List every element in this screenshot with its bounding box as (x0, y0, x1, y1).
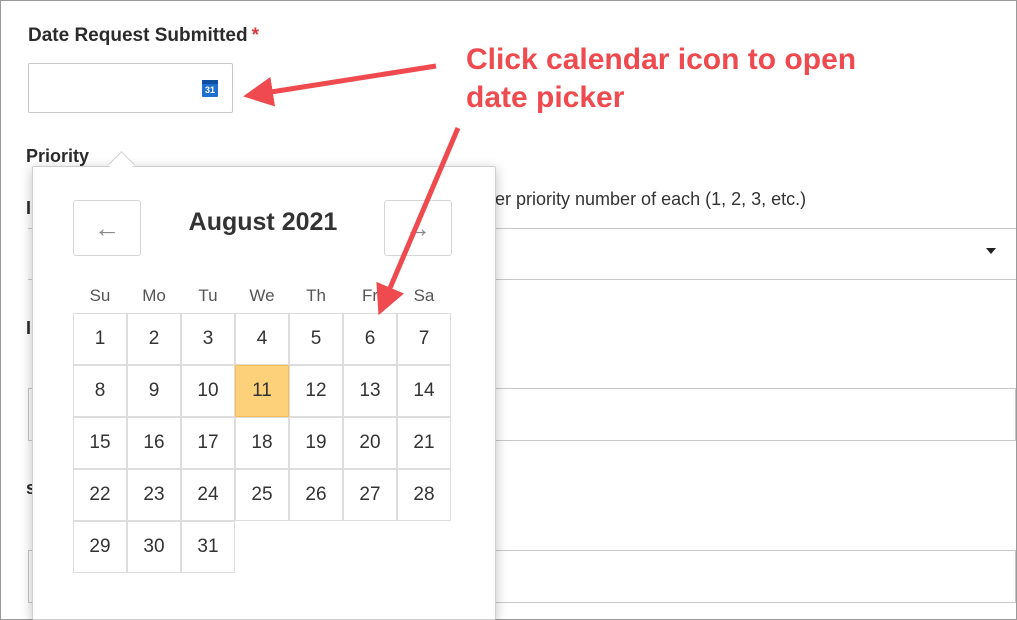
annotation-arrows (243, 63, 461, 316)
arrow-to-calendar-icon (243, 63, 437, 107)
arrow-to-date-picker (376, 127, 461, 316)
